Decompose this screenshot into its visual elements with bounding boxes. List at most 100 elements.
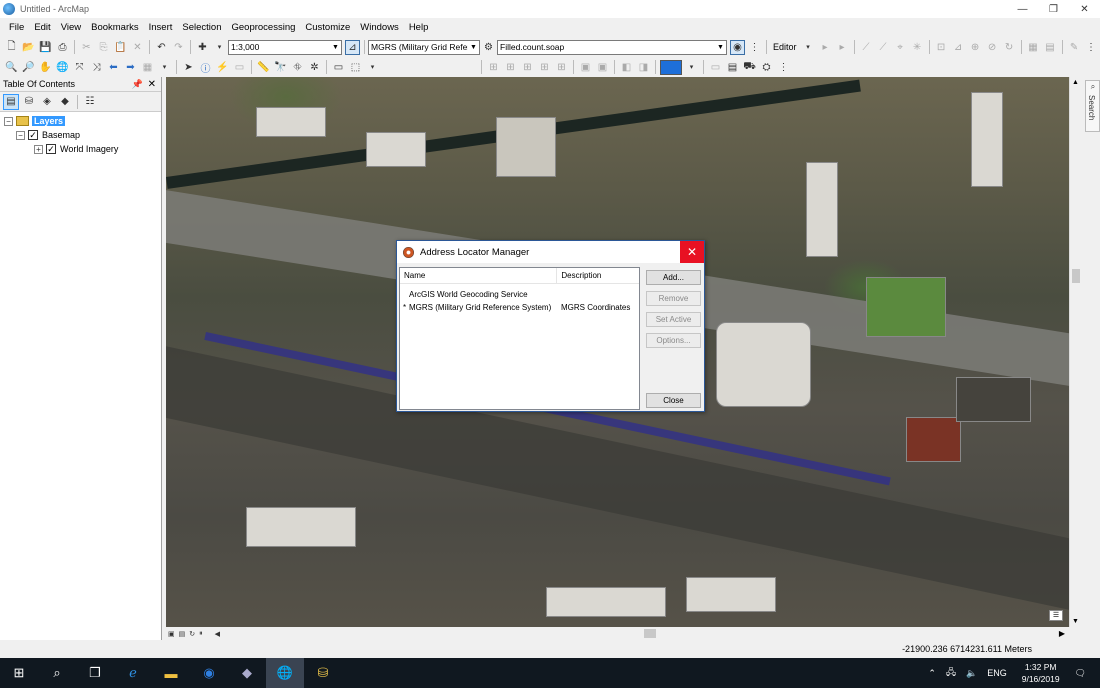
arcgis-admin-icon[interactable]: ⛁ <box>304 658 342 688</box>
map-scale-combo[interactable]: 1:3,000 ▼ <box>228 39 342 55</box>
collapse-icon[interactable]: − <box>4 116 13 126</box>
fixed-zoom-in-icon[interactable]: ⤧ <box>72 60 87 75</box>
tree-row-layers[interactable]: − Layers <box>4 114 161 128</box>
layout-icon[interactable]: ▭ <box>708 60 723 75</box>
show-hidden-icons-icon[interactable]: ⌃ <box>928 668 936 679</box>
layers-label[interactable]: Layers <box>32 116 66 126</box>
refresh-icon[interactable]: ↻ <box>189 630 195 638</box>
menu-selection[interactable]: Selection <box>177 22 226 33</box>
scroll-down-icon[interactable]: ▼ <box>1072 618 1079 625</box>
edit-annotation-icon[interactable]: ▸ <box>835 40 850 55</box>
effects-1-icon[interactable]: ▣ <box>578 60 593 75</box>
internet-explorer-icon[interactable]: ℯ <box>114 658 152 688</box>
map-tips-icon[interactable]: ☰ <box>1049 610 1063 621</box>
straight-segment-icon[interactable]: ⟋ <box>859 40 874 55</box>
redo-icon[interactable]: ↷ <box>171 40 186 55</box>
menu-bookmarks[interactable]: Bookmarks <box>86 22 144 33</box>
list-by-source-icon[interactable]: ⛁ <box>21 94 37 110</box>
chevron-down-icon[interactable]: ▼ <box>330 40 341 54</box>
file-explorer-icon[interactable]: ▬ <box>152 658 190 688</box>
point-icon[interactable]: ✳ <box>910 40 925 55</box>
set-active-button[interactable]: Set Active <box>646 312 701 327</box>
add-button[interactable]: Add... <box>646 270 701 285</box>
map-vertical-scrollbar[interactable]: ▲ ▼ <box>1069 77 1082 627</box>
basemap-checkbox[interactable]: ✓ <box>28 130 38 140</box>
arccatalog-icon[interactable]: ◆ <box>228 658 266 688</box>
menu-geoprocessing[interactable]: Geoprocessing <box>226 22 300 33</box>
column-name[interactable]: Name <box>400 268 558 283</box>
tree-row-basemap[interactable]: − ✓ Basemap <box>4 128 161 142</box>
end-point-arc-icon[interactable]: ⟋ <box>876 40 891 55</box>
add-data-dropdown-icon[interactable]: ▾ <box>212 40 227 55</box>
identify-icon[interactable]: ⓘ <box>198 60 213 75</box>
list-by-visibility-icon[interactable]: ◈ <box>39 94 55 110</box>
close-button[interactable]: Close <box>646 393 701 408</box>
measure-icon[interactable]: 📏 <box>256 60 271 75</box>
forward-extent-icon[interactable]: ➡ <box>123 60 138 75</box>
locator-combo[interactable]: MGRS (Military Grid Refere ▼ <box>368 39 480 55</box>
new-document-icon[interactable]: 🗋 <box>4 40 19 55</box>
language-indicator[interactable]: ENG <box>987 668 1007 678</box>
find-address-combo[interactable]: Filled.count.soap ▼ <box>497 39 727 55</box>
hyperlink-icon[interactable]: ⚡ <box>215 60 230 75</box>
create-viewer-window-icon[interactable]: ⬚ <box>348 60 363 75</box>
geocode-dropdown-icon[interactable]: ⋮ <box>747 40 762 55</box>
sketch-properties-icon[interactable]: ▤ <box>1043 40 1058 55</box>
minimize-button[interactable]: — <box>1007 0 1038 18</box>
menu-file[interactable]: File <box>4 22 29 33</box>
volume-icon[interactable]: 🔈 <box>966 668 977 679</box>
tree-row-world-imagery[interactable]: + ✓ World Imagery <box>4 142 161 156</box>
print-icon[interactable]: ⎙ <box>55 40 70 55</box>
arcmap-taskbar-icon[interactable]: 🌐 <box>266 658 304 688</box>
effects-2-icon[interactable]: ▣ <box>595 60 610 75</box>
maximize-button[interactable]: ❐ <box>1038 0 1069 18</box>
arcgis-pro-icon[interactable]: ◉ <box>190 658 228 688</box>
page-icon[interactable]: ▤ <box>725 60 740 75</box>
pause-icon[interactable]: ⏸ <box>199 630 203 638</box>
notifications-icon[interactable]: 🗨 <box>1075 668 1086 679</box>
tools-options-icon[interactable]: ▾ <box>365 60 380 75</box>
full-extent-icon[interactable]: 🌐 <box>55 60 70 75</box>
paste-icon[interactable]: 📋 <box>113 40 128 55</box>
georef-5-icon[interactable]: ⊞ <box>554 60 569 75</box>
menu-view[interactable]: View <box>56 22 86 33</box>
time-slider-icon[interactable]: ▭ <box>331 60 346 75</box>
reshape-icon[interactable]: ⊿ <box>951 40 966 55</box>
collapse-icon[interactable]: − <box>16 130 25 140</box>
menu-windows[interactable]: Windows <box>355 22 404 33</box>
column-description[interactable]: Description <box>557 268 639 283</box>
clock[interactable]: 1:32 PM 9/16/2019 <box>1022 661 1060 685</box>
toolbar-options-icon[interactable]: ⋮ <box>1084 40 1099 55</box>
pin-icon[interactable]: 📌 <box>132 79 143 90</box>
go-to-xy-dropdown-icon[interactable]: ▾ <box>157 60 172 75</box>
rotate-icon[interactable]: ↻ <box>1002 40 1017 55</box>
list-by-drawing-order-icon[interactable]: ▤ <box>3 93 19 110</box>
undo-icon[interactable]: ↶ <box>154 40 169 55</box>
fixed-zoom-out-icon[interactable]: ⤨ <box>89 60 104 75</box>
task-view-icon[interactable]: ❐ <box>76 658 114 688</box>
copy-icon[interactable]: ⎘ <box>96 40 111 55</box>
scroll-right-icon[interactable]: ▶ <box>1059 629 1065 638</box>
save-icon[interactable]: 💾 <box>38 40 53 55</box>
editor-dropdown-icon[interactable]: ▾ <box>801 40 816 55</box>
find-route-icon[interactable]: ⛗ <box>290 60 305 75</box>
back-extent-icon[interactable]: ⬅ <box>106 60 121 75</box>
search-side-tab[interactable]: ⌕ Search <box>1085 80 1100 132</box>
layout-view-icon[interactable]: ▤ <box>179 630 186 638</box>
georef-1-icon[interactable]: ⊞ <box>486 60 501 75</box>
zoom-in-icon[interactable]: 🔍 <box>4 60 19 75</box>
options-button[interactable]: Options... <box>646 333 701 348</box>
georef-4-icon[interactable]: ⊞ <box>537 60 552 75</box>
trace-icon[interactable]: ⌖ <box>893 40 908 55</box>
color-swatch[interactable] <box>660 59 682 75</box>
h-scroll-thumb[interactable] <box>644 629 656 638</box>
dialog-close-icon[interactable]: ✕ <box>680 241 704 263</box>
create-features-icon[interactable]: ✎ <box>1067 40 1082 55</box>
scroll-thumb[interactable] <box>1072 269 1080 283</box>
model-icon[interactable]: ⛭ <box>759 60 774 75</box>
georef-2-icon[interactable]: ⊞ <box>503 60 518 75</box>
list-by-selection-icon[interactable]: ◆ <box>57 94 73 110</box>
edit-vertices-icon[interactable]: ⊡ <box>934 40 949 55</box>
add-data-icon[interactable]: ✚ <box>195 40 210 55</box>
edit-tool-icon[interactable]: ▸ <box>818 40 833 55</box>
